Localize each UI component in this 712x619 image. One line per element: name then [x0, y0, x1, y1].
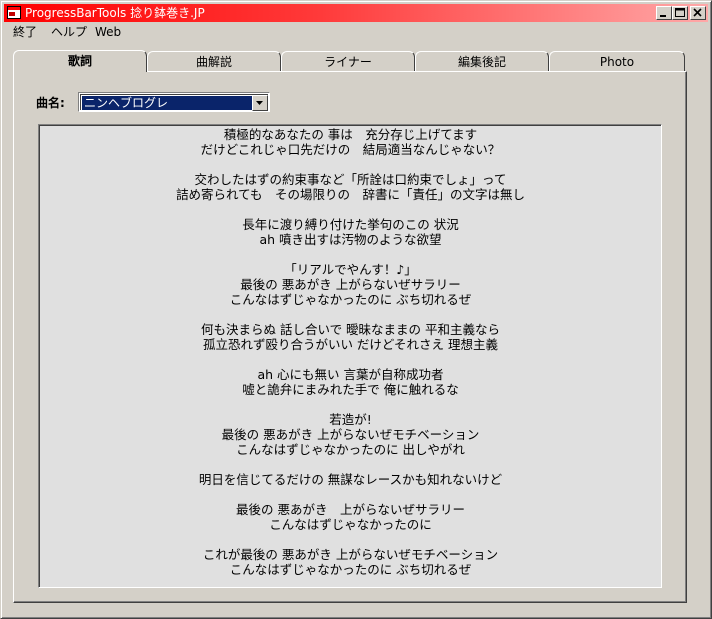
lyric-line: 若造が!: [329, 412, 372, 427]
lyric-line: [40, 487, 661, 502]
song-select-value[interactable]: ニンヘブログレ: [82, 96, 254, 110]
lyrics-content: 積極的なあなたの 事は 充分存じ上げてます だけどこれじゃ口先だけの 結局適当なん…: [39, 125, 661, 587]
close-icon: [693, 8, 702, 17]
lyric-line: [40, 532, 661, 547]
lyric-line: [40, 202, 661, 217]
tab-photo[interactable]: Photo: [549, 51, 685, 71]
menu-bar: 終了 ヘルプ Web: [4, 23, 708, 41]
chevron-down-icon: [256, 101, 263, 105]
lyric-line: これが最後の 悪あがき 上がらないぜモチベーション: [202, 547, 499, 562]
lyric-line: [40, 457, 661, 472]
lyric-line: こんなはずじゃなかったのに 出しやがれ: [236, 442, 465, 457]
tab-lyrics[interactable]: 歌詞: [13, 50, 147, 72]
lyric-line: 詰め寄られても その場限りの 辞書に「責任」の文字は無し: [175, 187, 525, 202]
tab-liner[interactable]: ライナー: [281, 51, 415, 71]
lyric-line: こんなはずじゃなかったのに: [269, 517, 432, 532]
lyric-line: 「リアルでやんす！♪」: [284, 262, 417, 277]
lyric-line: 最後の 悪あがき 上がらないぜサラリー: [236, 502, 465, 517]
maximize-button[interactable]: [672, 6, 688, 20]
tab-strip: 歌詞 曲解説 ライナー 編集後記 Photo: [13, 50, 687, 73]
app-window-icon[interactable]: [7, 6, 21, 19]
lyric-line: こんなはずじゃなかったのに ぶち切れるぜ: [229, 562, 472, 577]
lyric-line: 長年に渡り縛り付けた挙句のこの 状況: [242, 217, 459, 232]
menu-web[interactable]: Web: [92, 23, 124, 41]
lyric-line: [40, 157, 661, 172]
close-button[interactable]: [690, 6, 706, 20]
lyric-line: 積極的なあなたの 事は 充分存じ上げてます: [223, 127, 478, 142]
lyric-line: 最後の 悪あがき 上がらないぜモチベーション: [221, 427, 480, 442]
lyric-line: [40, 397, 661, 412]
lyric-line: [40, 352, 661, 367]
lyric-line: ah 心にも無い 言葉が自称成功者: [257, 367, 444, 382]
app-window: ProgressBarTools 捻り鉢巻き.JP 終了 ヘルプ Web 歌詞 …: [0, 0, 712, 619]
menu-help[interactable]: ヘルプ: [48, 23, 90, 41]
lyric-line: 何も決まらぬ 話し合いで 曖昧なままの 平和主義なら: [200, 322, 501, 337]
lyric-line: [40, 307, 661, 322]
minimize-button[interactable]: [656, 6, 672, 20]
tab-editorial[interactable]: 編集後記: [415, 51, 549, 71]
song-select-frame: ニンヘブログレ: [80, 94, 268, 111]
song-select[interactable]: ニンヘブログレ: [78, 92, 270, 112]
title-bar[interactable]: ProgressBarTools 捻り鉢巻き.JP: [4, 4, 708, 22]
minimize-icon: [660, 15, 666, 17]
lyric-line: 孤立恐れず殴り合うがいい だけどそれさえ 理想主義: [202, 337, 499, 352]
lyrics-textbox[interactable]: 積極的なあなたの 事は 充分存じ上げてます だけどこれじゃ口先だけの 結局適当なん…: [38, 124, 662, 588]
lyric-line: 交わしたはずの約束事など「所詮は口約束でしょ」って: [194, 172, 507, 187]
lyric-line: 明日を信じてるだけの 無謀なレースかも知れないけど: [198, 472, 503, 487]
window-title: ProgressBarTools 捻り鉢巻き.JP: [25, 6, 205, 20]
tab-commentary[interactable]: 曲解説: [147, 51, 281, 71]
song-select-dropdown-button[interactable]: [252, 95, 268, 111]
lyric-line: [40, 247, 661, 262]
lyric-line: こんなはずじゃなかったのに ぶち切れるぜ: [229, 292, 472, 307]
menu-exit[interactable]: 終了: [10, 23, 40, 41]
lyric-line: ah 噴き出すは汚物のような欲望: [259, 232, 442, 247]
tab-panel-lyrics: 曲名: ニンヘブログレ 積極的なあなたの 事は 充分存じ上げてます だけどこれじゃ…: [13, 71, 687, 603]
lyric-line: 最後の 悪あがき 上がらないぜサラリー: [240, 277, 461, 292]
maximize-icon: [675, 8, 685, 17]
lyric-line: 嘘と詭弁にまみれた手で 俺に触れるな: [242, 382, 459, 397]
lyric-line: だけどこれじゃ口先だけの 結局適当なんじゃない？: [200, 142, 501, 157]
song-title-label: 曲名:: [36, 96, 65, 110]
